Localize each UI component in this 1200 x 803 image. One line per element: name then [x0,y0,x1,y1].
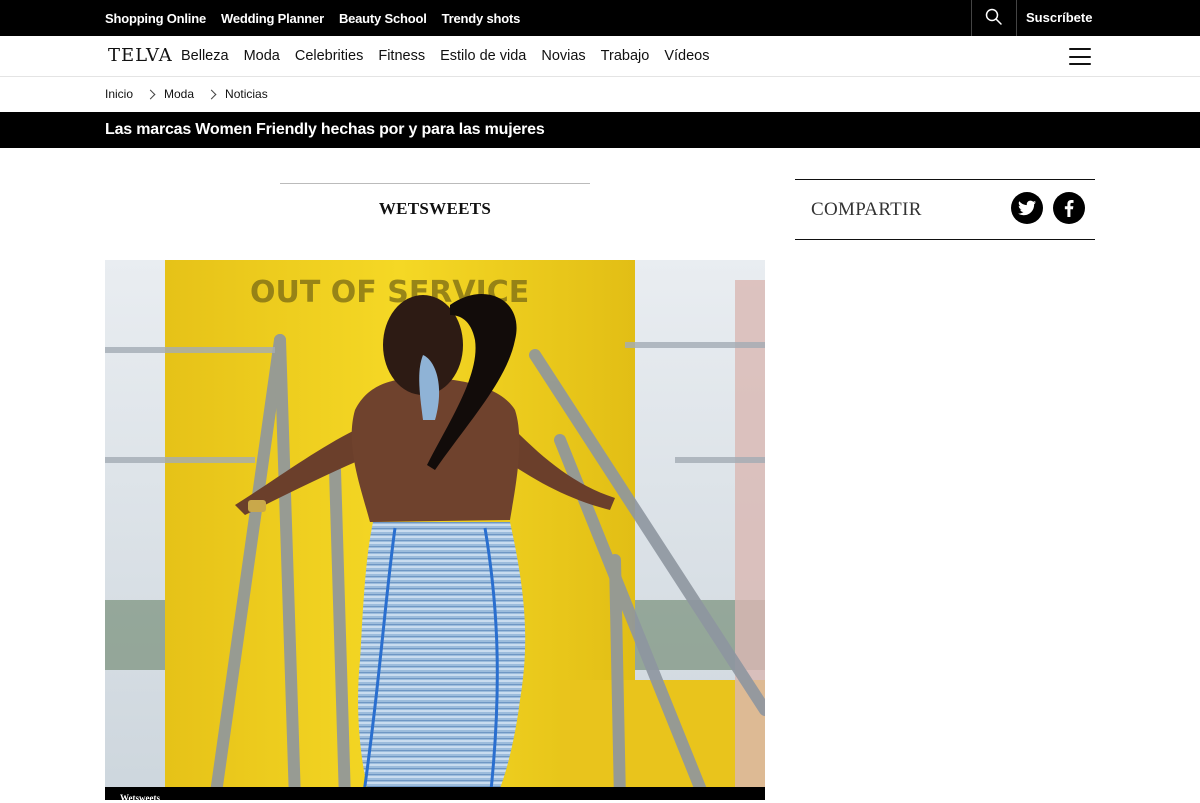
nav-items: Belleza Moda Celebrities Fitness Estilo … [181,36,709,76]
facebook-icon [1064,199,1074,217]
twitter-icon [1018,200,1036,216]
nav-item-trabajo[interactable]: Trabajo [601,48,650,64]
nav-item-fitness[interactable]: Fitness [378,48,425,64]
facebook-share-button[interactable] [1053,192,1085,224]
nav-item-estilo-de-vida[interactable]: Estilo de vida [440,48,526,64]
top-link-wedding-planner[interactable]: Wedding Planner [221,11,324,26]
twitter-share-button[interactable] [1011,192,1043,224]
hamburger-menu-icon[interactable] [1069,48,1091,65]
photo-illustration: OUT OF SERVICE [105,260,765,800]
divider [280,183,590,184]
logo[interactable]: TELVA [108,45,173,66]
subscribe-button[interactable]: Suscríbete [1026,0,1092,36]
brand-heading: WETSWEETS [378,199,492,218]
breadcrumb-noticias[interactable]: Noticias [225,87,268,101]
chevron-right-icon [206,89,217,99]
top-link-shopping-online[interactable]: Shopping Online [105,11,206,26]
divider [1016,0,1017,36]
photo-caption-bar: Wetsweets [105,787,765,803]
breadcrumb-inicio[interactable]: Inicio [105,87,133,101]
main-nav: TELVA Belleza Moda Celebrities Fitness E… [0,36,1200,77]
top-links: Shopping Online Wedding Planner Beauty S… [105,0,520,36]
article-title-banner: Las marcas Women Friendly hechas por y p… [0,112,1200,148]
top-bar: Shopping Online Wedding Planner Beauty S… [0,0,1200,36]
article-title: Las marcas Women Friendly hechas por y p… [105,121,545,138]
share-label: COMPARTIR [811,199,922,220]
chevron-right-icon [145,89,156,99]
nav-item-novias[interactable]: Novias [541,48,585,64]
breadcrumb-moda[interactable]: Moda [164,87,194,101]
share-box: COMPARTIR [795,179,1095,240]
divider [971,0,972,36]
search-icon[interactable] [984,7,1004,27]
nav-item-belleza[interactable]: Belleza [181,48,229,64]
nav-item-videos[interactable]: Vídeos [664,48,709,64]
photo-caption: Wetsweets [120,793,160,803]
nav-item-celebrities[interactable]: Celebrities [295,48,364,64]
top-link-trendy-shots[interactable]: Trendy shots [442,11,521,26]
top-link-beauty-school[interactable]: Beauty School [339,11,427,26]
nav-item-moda[interactable]: Moda [244,48,280,64]
breadcrumb: Inicio Moda Noticias [105,76,268,112]
hero-photo: OUT OF SERVICE [105,260,765,800]
